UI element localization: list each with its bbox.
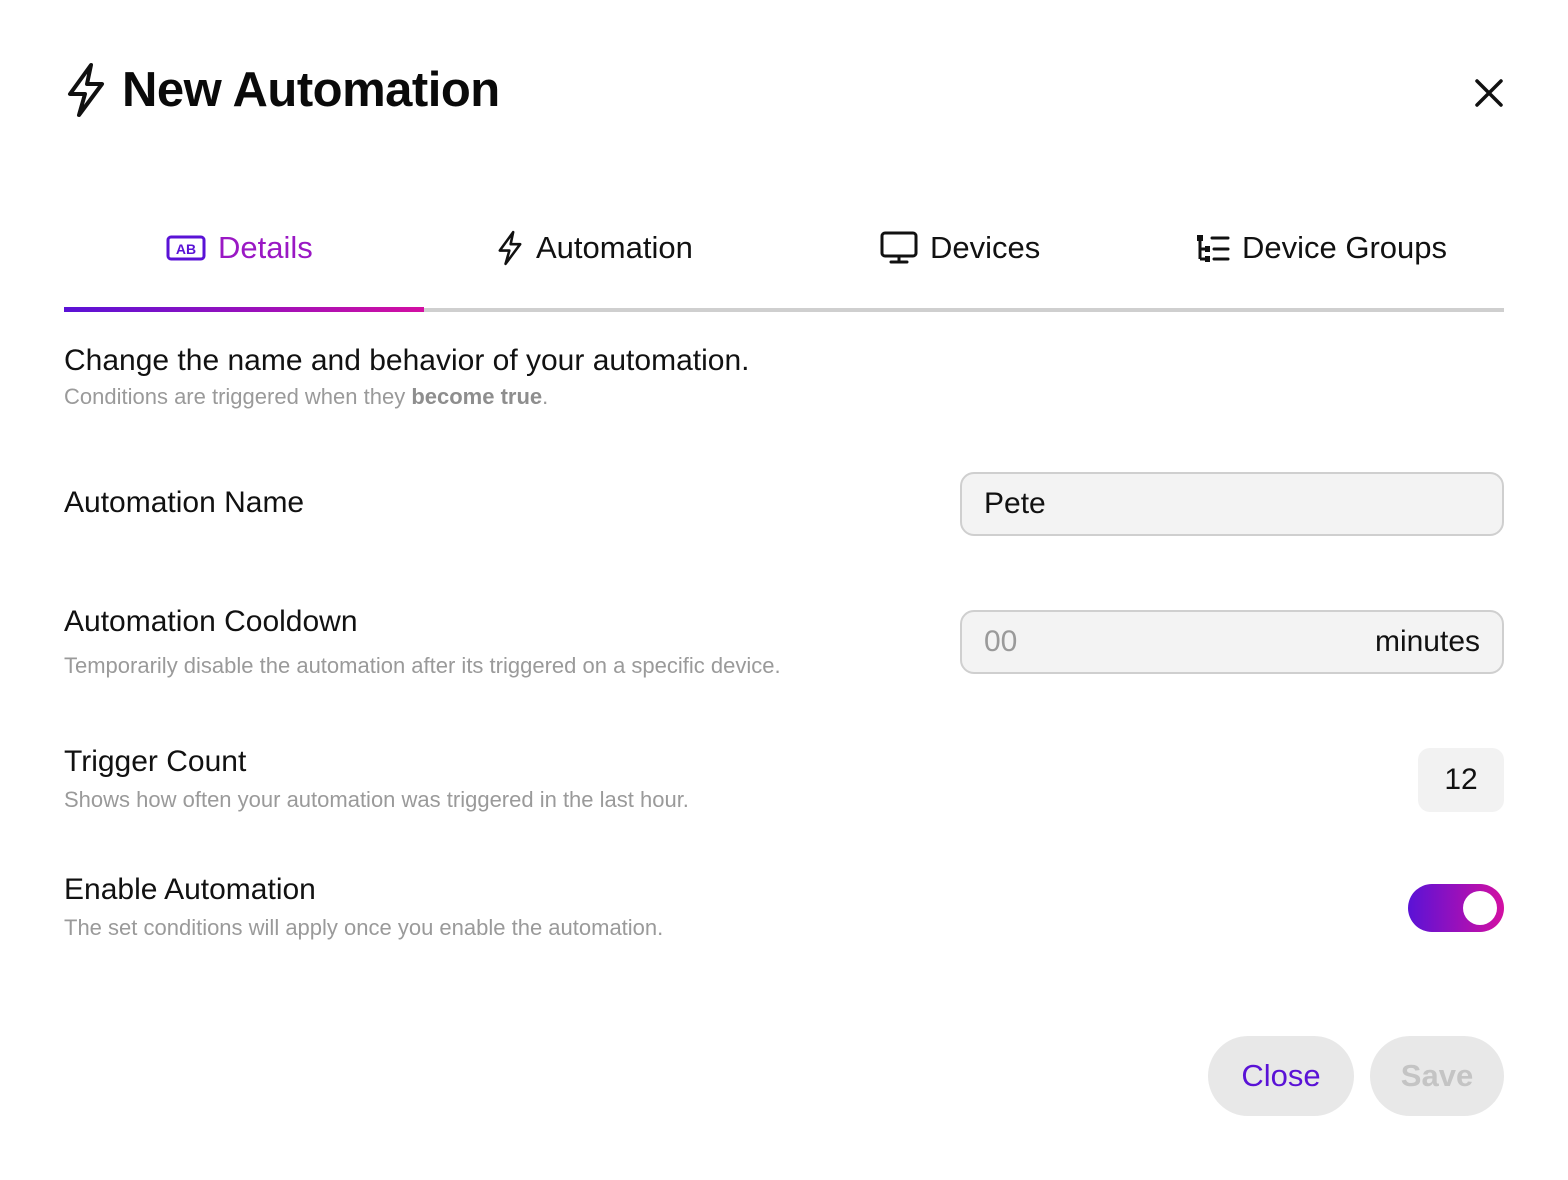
tab-details-label: Details xyxy=(218,230,313,265)
tab-automation-label: Automation xyxy=(536,230,693,265)
automation-name-value: Pete xyxy=(984,487,1046,520)
automation-name-input[interactable]: Pete xyxy=(960,472,1504,536)
tree-list-icon xyxy=(1197,235,1230,262)
intro-section: Change the name and behavior of your aut… xyxy=(64,344,749,410)
intro-sub-prefix: Conditions are triggered when they xyxy=(64,384,412,409)
cooldown-description: Temporarily disable the automation after… xyxy=(64,653,781,678)
monitor-icon xyxy=(880,231,918,264)
bolt-icon xyxy=(498,230,522,266)
cooldown-placeholder: 00 xyxy=(984,625,1018,658)
cooldown-input[interactable]: 00 minutes xyxy=(960,610,1504,674)
ab-text-icon: AB xyxy=(166,235,206,261)
save-button[interactable]: Save xyxy=(1370,1036,1504,1116)
tab-automation[interactable]: Automation xyxy=(496,212,693,284)
active-tab-indicator xyxy=(64,307,424,312)
enable-automation-label: Enable Automation xyxy=(64,873,316,906)
close-button[interactable]: Close xyxy=(1208,1036,1354,1116)
trigger-count-label: Trigger Count xyxy=(64,745,247,778)
tab-device-groups[interactable]: Device Groups xyxy=(1194,212,1447,284)
intro-sub-suffix: . xyxy=(542,384,549,409)
trigger-count-badge: 12 xyxy=(1418,748,1504,812)
dialog-header: New Automation xyxy=(64,62,500,118)
enable-automation-description: The set conditions will apply once you e… xyxy=(64,915,664,940)
tab-bar: AB Details Automation Devices Device Gro… xyxy=(64,212,1504,312)
cooldown-label: Automation Cooldown xyxy=(64,605,358,638)
intro-subtitle: Conditions are triggered when they becom… xyxy=(64,384,749,410)
trigger-count-description: Shows how often your automation was trig… xyxy=(64,787,689,812)
intro-sub-bold: become true xyxy=(411,384,543,409)
close-icon[interactable] xyxy=(1468,72,1510,114)
dialog-title: New Automation xyxy=(122,63,500,117)
enable-automation-toggle[interactable] xyxy=(1408,884,1504,932)
tab-devices[interactable]: Devices xyxy=(880,212,1040,284)
tab-devices-label: Devices xyxy=(930,230,1041,265)
bolt-icon xyxy=(68,63,104,117)
toggle-knob xyxy=(1463,891,1497,925)
tab-device-groups-label: Device Groups xyxy=(1242,230,1448,265)
intro-title: Change the name and behavior of your aut… xyxy=(64,344,750,377)
tab-details[interactable]: AB Details xyxy=(166,212,313,284)
automation-name-label: Automation Name xyxy=(64,486,305,519)
cooldown-unit: minutes xyxy=(1374,625,1480,658)
svg-text:AB: AB xyxy=(176,241,196,257)
